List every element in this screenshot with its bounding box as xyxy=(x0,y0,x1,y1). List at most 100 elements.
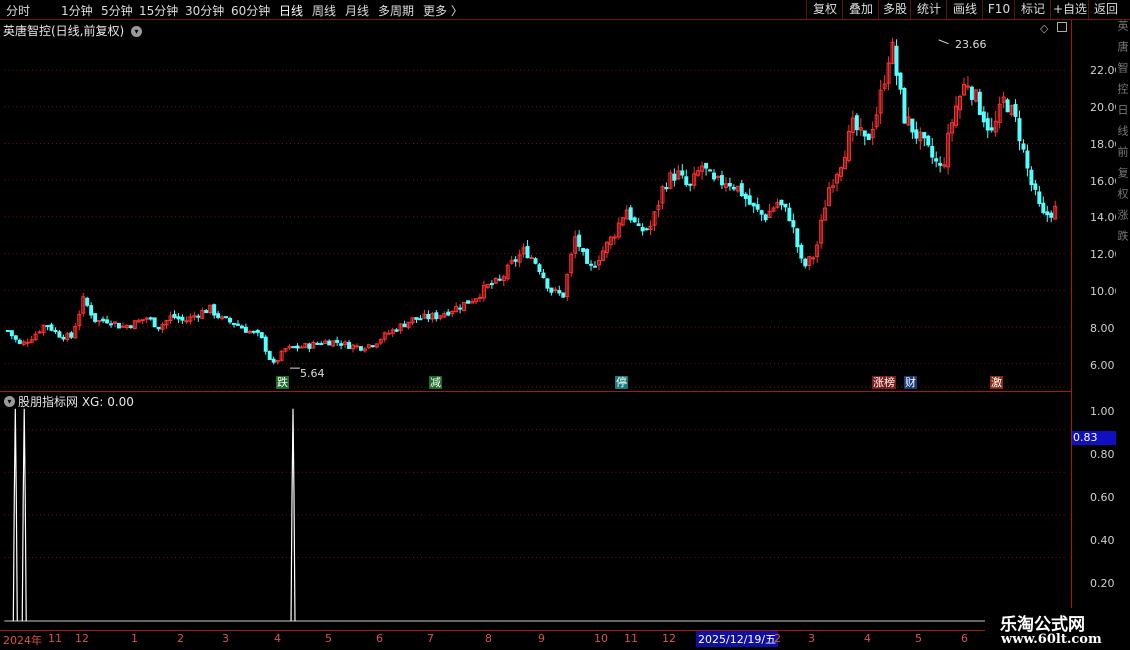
period-tab-multi[interactable]: 多周期 xyxy=(378,2,414,19)
candle-body xyxy=(267,351,272,360)
diamond-icon[interactable]: ◇ xyxy=(1040,22,1048,35)
x-axis-label: 3 xyxy=(808,632,815,645)
candle-body xyxy=(339,343,344,346)
period-tab-monthly[interactable]: 月线 xyxy=(345,2,369,19)
event-tag-jian[interactable]: 减 xyxy=(429,376,442,389)
xg-signal-spike xyxy=(12,408,18,622)
candle-body xyxy=(680,170,685,176)
sidebar-text: 英唐智控日线前复权涨跌 xyxy=(1116,20,1129,251)
candle-body xyxy=(747,195,752,205)
low-price-label: 5.64 xyxy=(300,367,325,380)
candle-body xyxy=(299,346,304,349)
cursor-date-label: 2025/12/19/五 xyxy=(696,631,779,647)
indicator-tick: 0.60 xyxy=(1090,491,1115,504)
indicator-dropdown-icon[interactable]: ▾ xyxy=(4,396,15,407)
x-axis-label: 1 xyxy=(131,632,138,645)
title-dropdown-icon[interactable]: ▾ xyxy=(131,26,143,37)
candle-body xyxy=(224,316,229,319)
period-tab-weekly[interactable]: 周线 xyxy=(312,2,336,19)
xg-signal-spike xyxy=(290,408,296,622)
period-tab-1min[interactable]: 1分钟 xyxy=(61,2,93,19)
event-tag-cai[interactable]: 财 xyxy=(904,376,917,389)
candle-body xyxy=(93,313,98,322)
x-axis-label: 9 xyxy=(538,632,545,645)
candle-body xyxy=(9,330,14,337)
watermark-logo: 乐淘公式网 www.60lt.com xyxy=(985,608,1130,650)
high-price-label: 23.66 xyxy=(955,38,987,51)
period-tab-30min[interactable]: 30分钟 xyxy=(185,2,224,19)
statistics-button[interactable]: 统计 xyxy=(910,0,947,19)
candle-body xyxy=(688,183,693,186)
candle-body xyxy=(541,272,546,279)
period-tab-5min[interactable]: 5分钟 xyxy=(101,2,133,19)
candle-body xyxy=(751,202,756,207)
candle-body xyxy=(45,325,50,328)
x-axis-label: 6 xyxy=(961,632,968,645)
candle-body xyxy=(561,292,566,298)
candle-body xyxy=(910,118,915,133)
candle-body xyxy=(17,339,22,344)
candle-body xyxy=(938,162,943,166)
info-sidebar[interactable]: 英唐智控日线前复权涨跌 xyxy=(1116,20,1130,630)
candle-body xyxy=(977,91,982,115)
candle-body xyxy=(228,317,233,323)
draw-line-button[interactable]: 画线 xyxy=(946,0,983,19)
overlay-button[interactable]: 叠加 xyxy=(842,0,879,19)
candle-body xyxy=(204,310,209,314)
period-tab-60min[interactable]: 60分钟 xyxy=(231,2,270,19)
price-tick: 6.00 xyxy=(1090,359,1115,372)
candle-body xyxy=(235,323,240,326)
candle-body xyxy=(866,133,871,141)
candle-body xyxy=(593,265,597,268)
chart-title: 英唐智控(日线,前复权) ▾ xyxy=(3,22,143,39)
candle-body xyxy=(140,319,145,322)
candle-body xyxy=(434,312,439,320)
indicator-tick: 0.80 xyxy=(1090,448,1115,461)
candle-body xyxy=(549,287,554,293)
event-tag-ting[interactable]: 停 xyxy=(615,376,628,389)
candle-body xyxy=(930,145,935,158)
candle-body xyxy=(684,176,689,185)
event-tag-ji[interactable]: 激 xyxy=(990,376,1003,389)
candle-body xyxy=(184,320,189,323)
candle-body xyxy=(196,315,201,318)
candle-body xyxy=(632,217,637,223)
multi-stock-button[interactable]: 多股 xyxy=(878,0,911,19)
x-axis-label: 12 xyxy=(662,632,676,645)
kline-chart[interactable] xyxy=(0,20,1072,625)
candle-body xyxy=(1037,191,1042,205)
period-tab-more[interactable]: 更多 〉 xyxy=(423,2,463,19)
candle-body xyxy=(5,329,10,332)
back-button[interactable]: 返回 xyxy=(1088,0,1123,19)
candle-body xyxy=(25,341,30,344)
candle-body xyxy=(239,325,244,329)
candle-body xyxy=(981,111,986,123)
x-axis-label: 5 xyxy=(915,632,922,645)
candle-body xyxy=(291,346,296,349)
event-tag-zhangbang[interactable]: 涨榜 xyxy=(872,376,896,389)
candle-body xyxy=(426,313,431,320)
candle-body xyxy=(1005,99,1010,113)
indicator-tick: 0.20 xyxy=(1090,577,1115,590)
candle-body xyxy=(577,234,582,247)
add-watchlist-button[interactable]: +自选 xyxy=(1050,0,1089,19)
fuquan-button[interactable]: 复权 xyxy=(806,0,843,19)
candle-body xyxy=(319,343,324,346)
mark-button[interactable]: 标记 xyxy=(1014,0,1051,19)
candle-body xyxy=(581,248,586,253)
candle-body xyxy=(704,162,709,169)
panel-toggle-icon[interactable] xyxy=(1057,22,1067,32)
x-axis-label: 6 xyxy=(376,632,383,645)
candle-body xyxy=(529,257,534,260)
candle-body xyxy=(902,87,907,124)
candle-body xyxy=(787,207,792,222)
candle-body xyxy=(759,210,764,215)
event-tag-die[interactable]: 跌 xyxy=(276,376,289,389)
period-tab-daily[interactable]: 日线 xyxy=(279,2,303,19)
period-tab-fenshi[interactable]: 分时 xyxy=(6,2,30,19)
candle-body xyxy=(914,129,919,139)
candle-body xyxy=(922,132,927,139)
candle-body xyxy=(128,325,133,328)
period-tab-15min[interactable]: 15分钟 xyxy=(139,2,178,19)
f10-button[interactable]: F10 xyxy=(982,0,1015,19)
